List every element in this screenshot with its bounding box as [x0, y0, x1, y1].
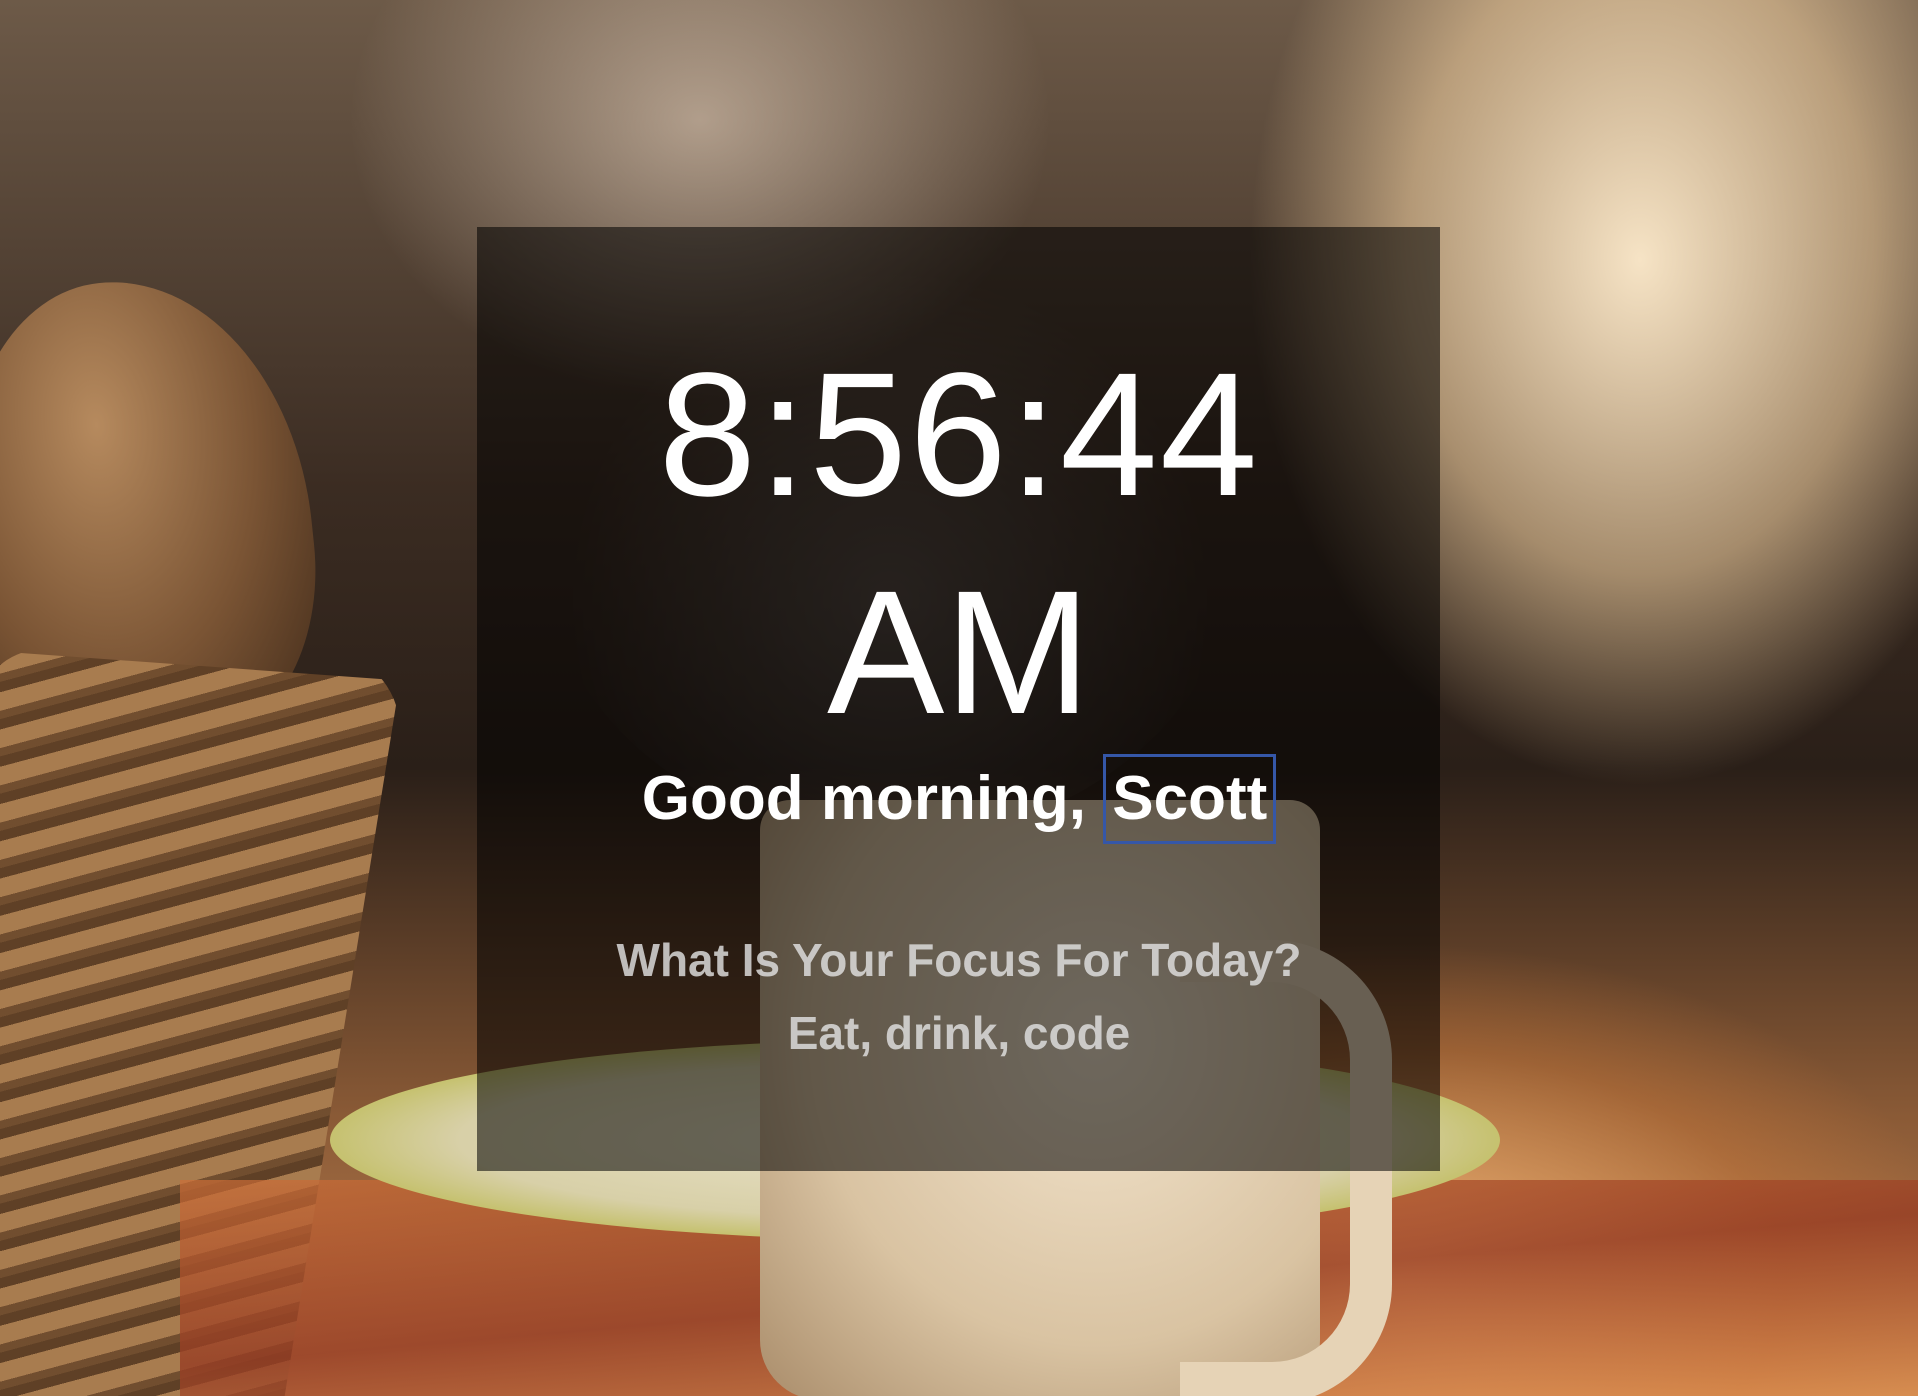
greeting: Good morning, Scott — [0, 754, 1918, 844]
greeting-text: Good morning, — [641, 764, 1104, 833]
clock-time: 8:56:44 — [658, 337, 1260, 533]
name-field[interactable]: Scott — [1103, 754, 1277, 844]
clock-meridiem: AM — [827, 555, 1091, 751]
focus-question: What Is Your Focus For Today? — [616, 934, 1302, 986]
focus-answer[interactable]: Eat, drink, code — [0, 1005, 1918, 1061]
